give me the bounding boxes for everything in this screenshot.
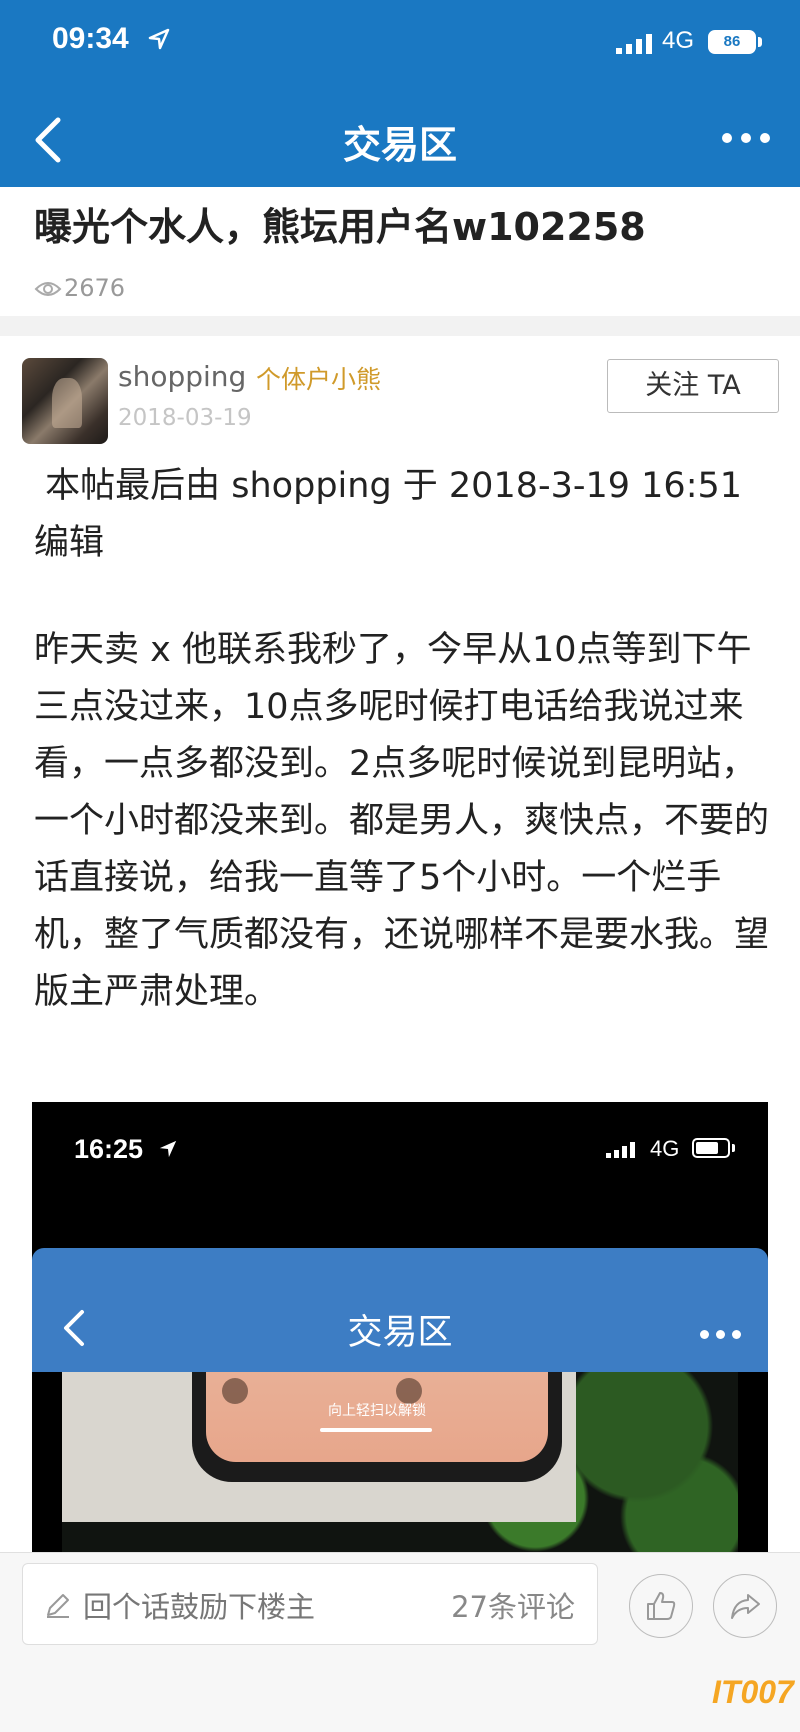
top-header: 09:34 4G 86 交易区 — [0, 0, 800, 187]
embedded-network-label: 4G — [650, 1136, 680, 1161]
location-arrow-icon — [148, 28, 170, 50]
post-title: 曝光个水人，熊坛用户名w102258 — [34, 205, 646, 249]
page-title: 交易区 — [342, 123, 457, 167]
like-button[interactable] — [629, 1574, 693, 1638]
edit-note: 本帖最后由 shopping 于 2018-3-19 16:51 编辑 — [34, 466, 754, 563]
comment-placeholder: 回个话鼓励下楼主 — [83, 1590, 316, 1624]
eye-icon — [34, 282, 62, 296]
watermark-logo: IT007 — [712, 1674, 794, 1710]
battery-icon — [692, 1138, 730, 1158]
battery-icon: 86 — [708, 30, 756, 54]
embedded-title: 交易区 — [347, 1313, 453, 1353]
follow-button[interactable]: 关注 TA — [607, 359, 779, 413]
thumbs-up-icon — [647, 1592, 676, 1620]
status-time: 09:34 — [52, 22, 129, 55]
avatar[interactable] — [22, 358, 108, 444]
phone-photo: 向上轻扫以解锁 — [62, 1372, 738, 1552]
post-date: 2018-03-19 — [118, 405, 252, 431]
embedded-nav-bar: 交易区 — [32, 1248, 768, 1372]
author-tag: 个体户小熊 — [256, 365, 382, 394]
bottom-bar: 回个话鼓励下楼主 27条评论 — [0, 1552, 800, 1732]
unlock-text: 向上轻扫以解锁 — [328, 1403, 426, 1419]
share-icon — [731, 1594, 760, 1619]
view-count: 2676 — [34, 274, 125, 302]
comment-count[interactable]: 27条评论 — [451, 1584, 575, 1626]
post-body: 昨天卖 x 他联系我秒了，今早从10点等到下午三点没过来，10点多呢时候打电话给… — [34, 630, 770, 1012]
location-arrow-icon — [159, 1140, 177, 1158]
flashlight-icon — [222, 1378, 248, 1404]
embedded-status-time: 16:25 — [74, 1134, 144, 1164]
more-icon — [700, 1324, 760, 1339]
comment-input[interactable]: 回个话鼓励下楼主 27条评论 — [22, 1563, 598, 1645]
view-count-value: 2676 — [64, 274, 126, 302]
signal-icon — [606, 1142, 635, 1158]
share-button[interactable] — [713, 1574, 777, 1638]
pencil-icon — [47, 1594, 69, 1618]
home-indicator — [320, 1428, 432, 1432]
battery-tip — [732, 1144, 735, 1152]
battery-tip — [758, 37, 762, 47]
embedded-screenshot[interactable]: 16:25 4G 交易区 向上轻扫以解锁 — [32, 1102, 768, 1552]
more-icon[interactable] — [722, 128, 784, 152]
author-username[interactable]: shopping — [118, 360, 246, 393]
network-label: 4G — [662, 27, 695, 54]
signal-icon — [616, 34, 652, 54]
section-divider — [0, 316, 800, 336]
